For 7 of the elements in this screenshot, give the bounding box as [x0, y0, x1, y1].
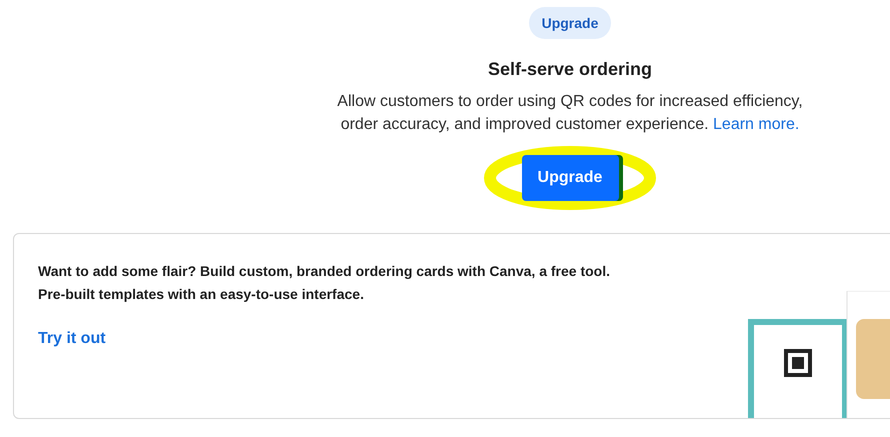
- feature-description: Allow customers to order using QR codes for increased efficiency, order accuracy, and improved customer experience. Learn more.: [336, 92, 804, 135]
- feature-title: Self-serve ordering: [488, 59, 652, 80]
- upgrade-button[interactable]: Upgrade: [522, 155, 618, 201]
- learn-more-link[interactable]: Learn more.: [713, 116, 800, 133]
- try-it-out-link[interactable]: Try it out: [38, 330, 106, 348]
- promo-text: Want to add some flair? Build custom, branded ordering cards with Canva, a free tool. Pre-built templates with an easy-to-use interface.: [38, 262, 612, 304]
- plan-badge: Upgrade: [528, 7, 612, 39]
